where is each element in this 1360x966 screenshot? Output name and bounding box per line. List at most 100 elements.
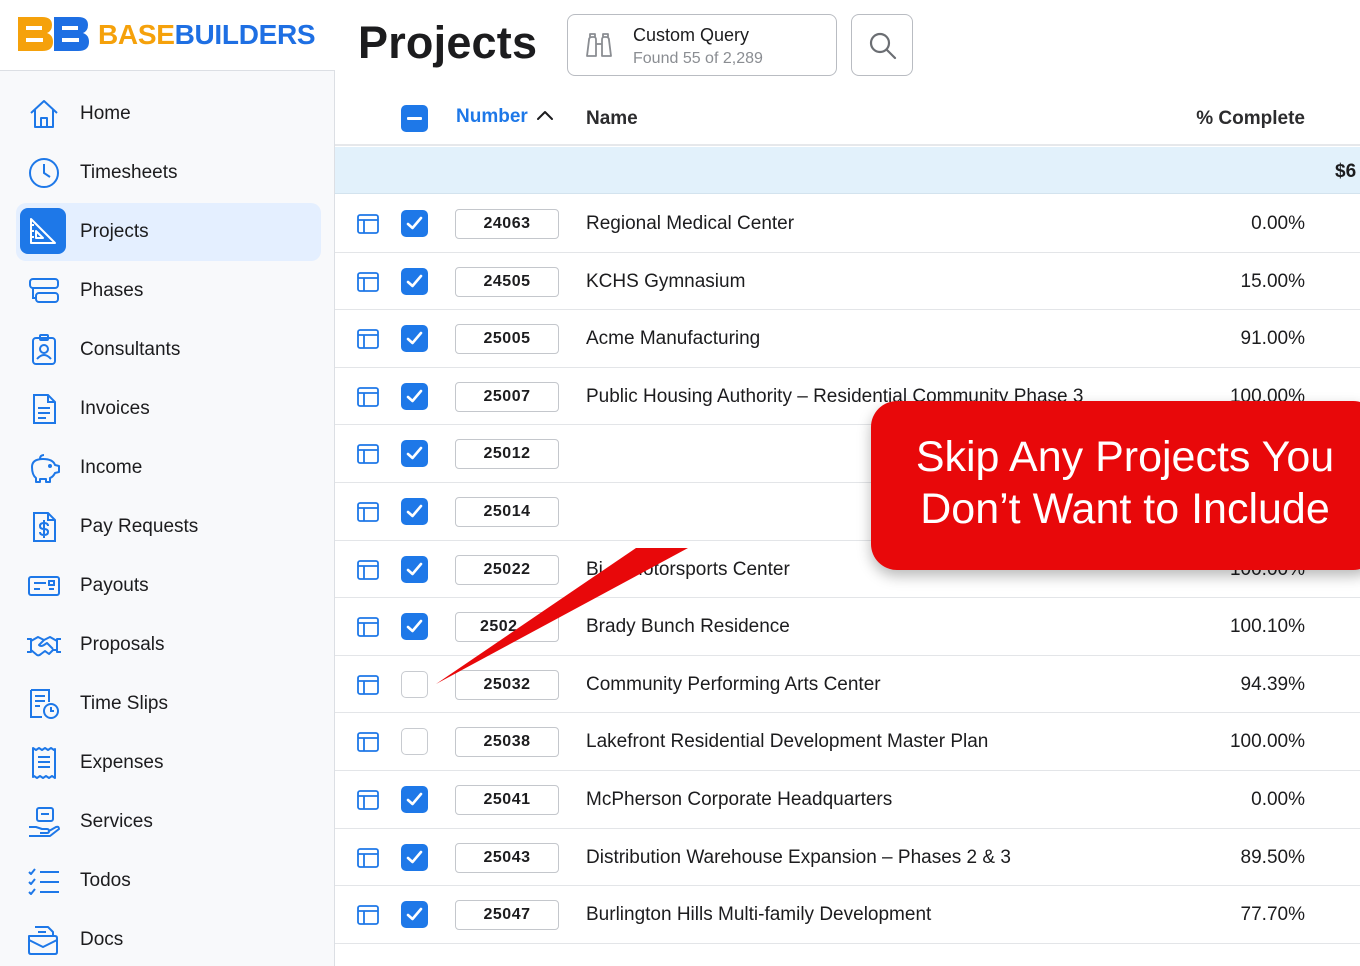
table-layout-icon[interactable] <box>357 502 379 522</box>
callout-line-1: Skip Any Projects You <box>915 433 1335 481</box>
project-number[interactable]: 25012 <box>455 439 559 470</box>
sidebar-item-payouts[interactable]: Payouts <box>16 557 321 615</box>
time-slip-icon <box>22 682 66 726</box>
sidebar-item-consultants[interactable]: Consultants <box>16 321 321 379</box>
percent-complete: 100.10% <box>1229 616 1305 638</box>
brand-name-part2: BUILDERS <box>174 19 316 50</box>
sidebar: BASEBUILDERS Home Timesheets Projects Ph… <box>0 0 335 966</box>
project-number[interactable]: 2502… <box>455 612 559 643</box>
row-checkbox[interactable] <box>401 498 428 525</box>
row-checkbox[interactable] <box>401 728 428 756</box>
table-layout-icon[interactable] <box>357 617 379 638</box>
table-layout-icon[interactable] <box>357 732 379 753</box>
sidebar-item-time-slips[interactable]: Time Slips <box>16 675 321 733</box>
sidebar-item-phases[interactable]: Phases <box>16 262 321 320</box>
table-row[interactable]: 25047 Burlington Hills Multi-family Devel… <box>335 886 1360 944</box>
row-checkbox[interactable] <box>401 613 428 641</box>
project-number[interactable]: 25043 <box>455 842 559 873</box>
badge-icon <box>22 328 66 372</box>
project-number[interactable]: 25032 <box>455 669 559 700</box>
sidebar-item-pay-requests[interactable]: Pay Requests <box>16 498 321 556</box>
sidebar-item-home[interactable]: Home <box>16 85 321 143</box>
row-checkbox[interactable] <box>401 843 428 871</box>
sidebar-item-projects[interactable]: Projects <box>16 203 321 261</box>
row-checkbox[interactable] <box>401 440 428 468</box>
page-title: Projects <box>358 17 538 68</box>
project-name: Brady Bunch Residence <box>586 616 790 638</box>
custom-query-button[interactable]: Custom Query Found 55 of 2,289 <box>567 14 837 76</box>
project-number[interactable]: 24505 <box>455 266 559 297</box>
row-checkbox[interactable] <box>401 786 428 813</box>
project-number[interactable]: 25038 <box>455 727 559 758</box>
table-layout-icon[interactable] <box>357 559 379 580</box>
row-checkbox[interactable] <box>401 670 428 698</box>
project-number[interactable]: 25014 <box>455 497 559 527</box>
column-header-number[interactable]: Number <box>456 106 528 128</box>
table-row[interactable]: 25043 Distribution Warehouse Expansion – … <box>335 829 1360 887</box>
table-layout-icon[interactable] <box>357 271 379 292</box>
sidebar-item-invoices[interactable]: Invoices <box>16 380 321 438</box>
row-checkbox[interactable] <box>401 382 428 410</box>
row-checkbox[interactable] <box>401 267 428 295</box>
main-content: Projects Custom Query Found 55 of 2,289 … <box>335 0 1360 966</box>
row-checkbox[interactable] <box>401 325 428 353</box>
app-window: BASEBUILDERS Home Timesheets Projects Ph… <box>0 0 1360 966</box>
table-row[interactable]: 25032 Community Performing Arts Center 94.… <box>335 656 1360 714</box>
percent-complete: 89.50% <box>1240 846 1305 868</box>
sidebar-item-label: Income <box>80 457 143 478</box>
logo[interactable]: BASEBUILDERS <box>0 0 335 71</box>
row-checkbox[interactable] <box>401 210 428 237</box>
sidebar-item-services[interactable]: Services <box>16 793 321 851</box>
table-row[interactable] <box>335 944 1360 966</box>
table-row[interactable]: 24505 KCHS Gymnasium 15.00% <box>335 253 1360 311</box>
search-button[interactable] <box>851 14 913 76</box>
sidebar-item-docs[interactable]: Docs <box>16 911 321 966</box>
project-number[interactable]: 25007 <box>455 381 559 412</box>
percent-complete: 0.00% <box>1251 789 1305 810</box>
table-layout-icon[interactable] <box>357 847 379 868</box>
sidebar-item-income[interactable]: Income <box>16 439 321 497</box>
project-name: Acme Manufacturing <box>586 328 761 350</box>
table-layout-icon[interactable] <box>357 905 379 926</box>
sidebar-item-label: Phases <box>80 280 144 301</box>
table-row[interactable]: 2502… Brady Bunch Residence 100.10% <box>335 598 1360 656</box>
column-header-percent-complete[interactable]: % Complete <box>1196 108 1305 130</box>
search-icon <box>869 32 897 60</box>
sidebar-item-label: Pay Requests <box>80 516 199 537</box>
table-layout-icon[interactable] <box>357 444 379 465</box>
checklist-icon <box>22 859 66 903</box>
brand-name: BASEBUILDERS <box>98 19 316 51</box>
table-layout-icon[interactable] <box>357 674 379 695</box>
project-number[interactable]: 24063 <box>455 209 559 239</box>
table-row[interactable]: 25041 McPherson Corporate Headquarters 0.0… <box>335 771 1360 829</box>
row-checkbox[interactable] <box>401 901 428 929</box>
table-layout-icon[interactable] <box>357 329 379 350</box>
project-number[interactable]: 25022 <box>455 554 559 585</box>
query-found-count: Found 55 of 2,289 <box>633 50 763 67</box>
project-number[interactable]: 25005 <box>455 324 559 355</box>
table-row[interactable]: 24063 Regional Medical Center 0.00% <box>335 195 1360 253</box>
sidebar-item-label: Todos <box>80 870 131 891</box>
project-number[interactable]: 25047 <box>455 900 559 931</box>
table-row[interactable]: 25038 Lakefront Residential Development M… <box>335 713 1360 771</box>
sidebar-item-label: Projects <box>80 221 149 242</box>
table-layout-icon[interactable] <box>357 214 379 234</box>
table-layout-icon[interactable] <box>357 386 379 407</box>
sidebar-item-label: Expenses <box>80 752 164 773</box>
sidebar-item-todos[interactable]: Todos <box>16 852 321 910</box>
sidebar-item-timesheets[interactable]: Timesheets <box>16 144 321 202</box>
sidebar-item-label: Proposals <box>80 634 165 655</box>
table-row[interactable]: 25005 Acme Manufacturing 91.00% <box>335 310 1360 368</box>
project-name: Community Performing Arts Center <box>586 673 881 695</box>
sort-ascending-icon[interactable] <box>535 108 555 122</box>
project-number[interactable]: 25041 <box>455 785 559 815</box>
column-header-name[interactable]: Name <box>586 108 638 130</box>
invoice-icon <box>22 387 66 431</box>
annotation-callout: Skip Any Projects You Don’t Want to Incl… <box>871 401 1360 570</box>
table-layout-icon[interactable] <box>357 790 379 810</box>
project-name: Regional Medical Center <box>586 213 795 234</box>
sidebar-item-proposals[interactable]: Proposals <box>16 616 321 674</box>
row-checkbox[interactable] <box>401 555 428 583</box>
sidebar-item-expenses[interactable]: Expenses <box>16 734 321 792</box>
select-all-checkbox[interactable] <box>401 105 428 132</box>
